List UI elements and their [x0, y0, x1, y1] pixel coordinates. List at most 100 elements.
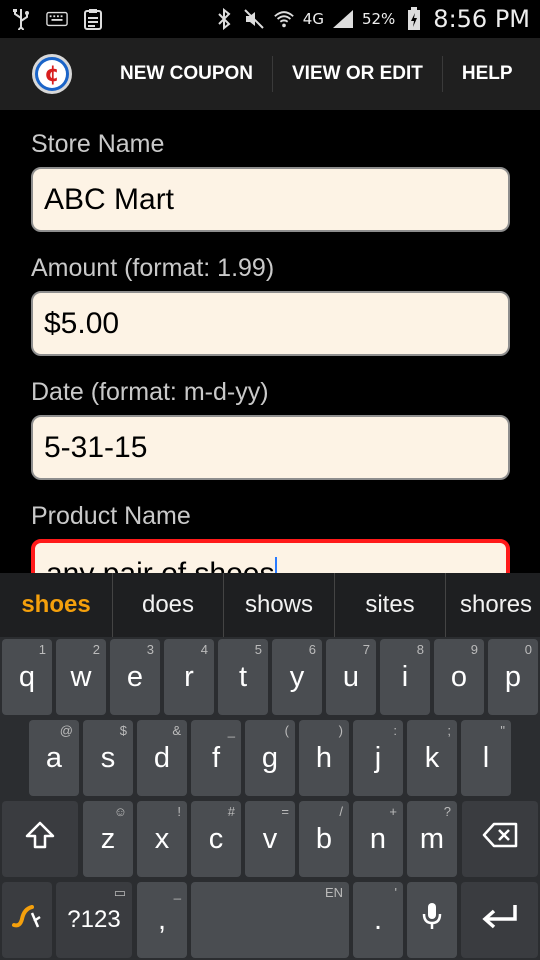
logo-glyph: ¢ [38, 60, 66, 88]
mute-icon [243, 8, 265, 30]
key-hint: = [281, 804, 289, 819]
key-label: d [153, 741, 171, 774]
key-hint: 8 [416, 642, 424, 657]
backspace-icon [482, 822, 518, 856]
key-j[interactable]: :j [353, 720, 403, 796]
enter-key[interactable] [461, 882, 538, 958]
key-c[interactable]: # c [191, 801, 241, 877]
amount-label: Amount (format: 1.99) [31, 254, 275, 282]
key-label: a [45, 741, 63, 774]
key-label: t [238, 660, 248, 693]
amount-value: $5.00 [44, 306, 120, 340]
period-hint: ' [394, 885, 397, 900]
product-name-input[interactable]: any pair of shoes [31, 539, 510, 573]
key-label: y [289, 660, 305, 693]
key-label: n [369, 822, 387, 855]
key-k[interactable]: ; k [407, 720, 457, 796]
bluetooth-icon [213, 8, 235, 30]
store-name-input[interactable]: ABC Mart [31, 167, 510, 232]
battery-charging-icon [403, 7, 425, 30]
key-label: b [315, 822, 333, 855]
key-l[interactable]: " l [461, 720, 511, 796]
suggestion-item[interactable]: shoes [0, 573, 112, 637]
key-label: z [100, 822, 116, 855]
suggestion-item[interactable]: sites [334, 573, 445, 637]
key-o[interactable]: 9o [434, 639, 484, 715]
suggestion-item[interactable]: shores [445, 573, 540, 637]
space-language-hint: EN [324, 885, 343, 900]
key-y[interactable]: 6y [272, 639, 322, 715]
view-or-edit-button[interactable]: VIEW OR EDIT [272, 56, 442, 92]
key-label: u [342, 660, 360, 693]
suggestion-item[interactable]: does [112, 573, 223, 637]
key-e[interactable]: 3e [110, 639, 160, 715]
period-key[interactable]: ' . [353, 882, 403, 958]
battery-percent: 52% [361, 10, 396, 28]
key-z[interactable]: ☺ z [83, 801, 133, 877]
key-hint: 7 [362, 642, 370, 657]
key-d[interactable]: & d [137, 720, 187, 796]
product-name-value: any pair of shoes [46, 557, 274, 573]
key-hint: ! [177, 804, 181, 819]
store-name-label: Store Name [31, 130, 165, 158]
suggestion-strip: shoes does shows sites shores [0, 573, 540, 637]
new-coupon-button[interactable]: NEW COUPON [106, 56, 272, 92]
microphone-key[interactable] [407, 882, 457, 958]
key-p[interactable]: 0p [488, 639, 538, 715]
key-m[interactable]: ? m [407, 801, 457, 877]
status-bar: 4G 52% 8:56 PM [0, 0, 540, 38]
key-label: o [450, 660, 468, 693]
key-hint: 5 [254, 642, 262, 657]
key-q[interactable]: 1q [2, 639, 52, 715]
key-label: c [208, 822, 224, 855]
symbols-key-label: ?123 [67, 906, 121, 933]
key-hint: 9 [470, 642, 478, 657]
swype-key[interactable] [2, 882, 52, 958]
key-label: r [184, 660, 194, 693]
action-bar: ¢ NEW COUPON VIEW OR EDIT HELP [0, 38, 540, 110]
help-button[interactable]: HELP [441, 56, 532, 92]
shift-key[interactable] [2, 801, 78, 877]
key-label: p [504, 660, 522, 693]
key-label: e [126, 660, 144, 693]
shift-icon [24, 820, 56, 858]
key-t[interactable]: 5t [218, 639, 268, 715]
key-label: s [100, 741, 116, 774]
key-f[interactable]: _ f [191, 720, 241, 796]
coupon-form: Store Name ABC Mart Amount (format: 1.99… [0, 110, 540, 573]
symbols-key[interactable]: ▭ ?123 [56, 882, 132, 958]
key-label: m [419, 822, 445, 855]
date-value: 5-31-15 [44, 430, 148, 464]
key-r[interactable]: 4r [164, 639, 214, 715]
key-b[interactable]: / b [299, 801, 349, 877]
key-n[interactable]: + n [353, 801, 403, 877]
key-label: f [211, 741, 221, 774]
key-h[interactable]: ) h [299, 720, 349, 796]
comma-key[interactable]: _ , [137, 882, 187, 958]
key-hint: $ [119, 723, 127, 738]
key-hint: ( [284, 723, 289, 738]
space-key[interactable]: EN [191, 882, 349, 958]
key-label: v [262, 822, 278, 855]
comma-key-label: , [157, 903, 167, 936]
key-hint: ; [447, 723, 451, 738]
key-u[interactable]: 7u [326, 639, 376, 715]
key-a[interactable]: @ a [29, 720, 79, 796]
key-g[interactable]: (g [245, 720, 295, 796]
amount-input[interactable]: $5.00 [31, 291, 510, 356]
enter-icon [481, 903, 519, 937]
suggestion-item[interactable]: shows [223, 573, 334, 637]
key-x[interactable]: ! x [137, 801, 187, 877]
key-hint: : [393, 723, 397, 738]
key-w[interactable]: 2w [56, 639, 106, 715]
key-i[interactable]: 8i [380, 639, 430, 715]
store-name-value: ABC Mart [44, 182, 175, 216]
backspace-key[interactable] [462, 801, 538, 877]
key-v[interactable]: = v [245, 801, 295, 877]
usb-icon [10, 8, 32, 30]
key-label: l [482, 741, 490, 774]
key-s[interactable]: $ s [83, 720, 133, 796]
date-input[interactable]: 5-31-15 [31, 415, 510, 480]
app-logo-icon[interactable]: ¢ [32, 54, 72, 94]
soft-keyboard: shoes does shows sites shores ▭ ?123 _ ,… [0, 573, 540, 960]
